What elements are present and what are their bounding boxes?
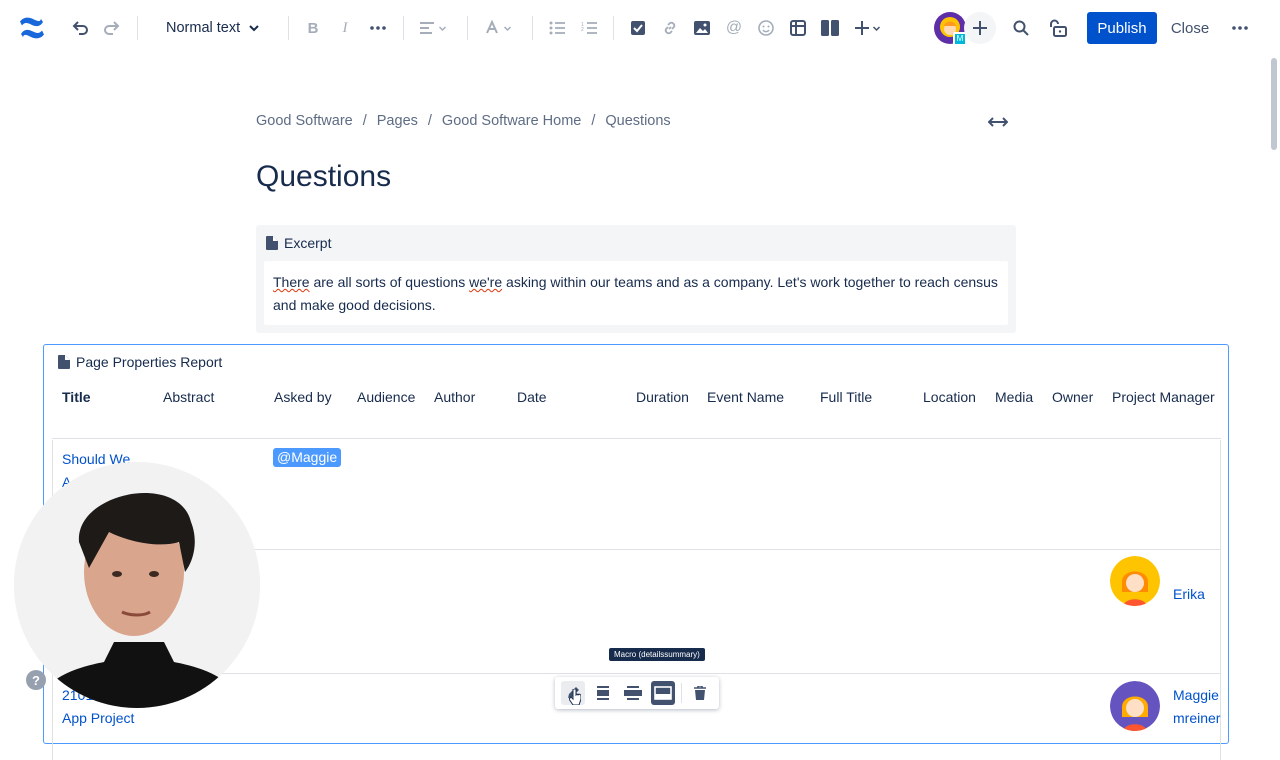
breadcrumb-separator: / (591, 113, 596, 129)
row-divider (52, 438, 1221, 439)
breadcrumb-item[interactable]: Questions (605, 113, 670, 129)
layout-full-width-icon[interactable] (651, 681, 675, 705)
editor-toolbar: Normal text B I 12 @ M Publish Close (0, 0, 1280, 56)
column-header[interactable]: Event Name (707, 389, 784, 405)
breadcrumb-item[interactable]: Pages (377, 113, 418, 129)
close-button[interactable]: Close (1166, 12, 1214, 44)
owner-avatar[interactable] (1110, 556, 1160, 606)
excerpt-label: Excerpt (284, 235, 332, 251)
owner-link[interactable]: mreiner (1173, 710, 1220, 726)
mouse-cursor-icon (568, 688, 582, 710)
excerpt-text: we're (469, 274, 503, 290)
text-style-dropdown[interactable]: Normal text (156, 14, 272, 42)
help-icon[interactable]: ? (26, 670, 46, 690)
table-icon[interactable] (787, 14, 809, 42)
publish-button[interactable]: Publish (1087, 12, 1157, 44)
full-width-toggle-icon[interactable] (986, 110, 1010, 134)
delete-macro-icon[interactable] (688, 681, 712, 705)
column-header[interactable]: Location (923, 389, 976, 405)
svg-text:2: 2 (581, 27, 584, 33)
breadcrumb-item[interactable]: Good Software (256, 113, 353, 129)
restrictions-lock-icon[interactable] (1046, 14, 1070, 42)
emoji-icon[interactable] (755, 14, 777, 42)
checkbox-icon[interactable] (627, 14, 649, 42)
owner-avatar[interactable] (1110, 681, 1160, 731)
breadcrumb-item[interactable]: Good Software Home (442, 113, 581, 129)
toolbar-divider (403, 16, 404, 40)
toolbar-divider (681, 683, 682, 703)
more-options-icon[interactable] (1228, 14, 1252, 42)
excerpt-body[interactable]: There are all sorts of questions we're a… (264, 261, 1008, 325)
text-style-label: Normal text (166, 20, 241, 36)
excerpt-text: are all sorts of questions (309, 274, 470, 290)
toolbar-divider (467, 16, 468, 40)
confluence-logo-icon[interactable] (18, 14, 46, 42)
column-header[interactable]: Audience (357, 389, 415, 405)
mention-icon[interactable]: @ (723, 14, 745, 42)
column-header[interactable]: Author (434, 389, 475, 405)
more-formatting-icon[interactable] (366, 14, 390, 42)
excerpt-header: Excerpt (266, 235, 331, 251)
toolbar-divider (137, 16, 138, 40)
toolbar-divider (532, 16, 533, 40)
webcam-overlay (14, 462, 260, 708)
layout-icon[interactable] (819, 14, 841, 42)
column-header[interactable]: Abstract (163, 389, 214, 405)
owner-link[interactable]: Erika (1173, 586, 1205, 602)
undo-icon[interactable] (68, 14, 92, 42)
invite-collaborator-icon[interactable] (964, 12, 996, 44)
chevron-down-icon (249, 25, 259, 32)
alignment-dropdown-icon[interactable] (416, 14, 450, 42)
excerpt-macro[interactable]: Excerpt There are all sorts of questions… (256, 225, 1016, 333)
redo-icon[interactable] (100, 14, 124, 42)
document-icon (58, 355, 70, 369)
breadcrumb-separator: / (362, 113, 367, 129)
image-icon[interactable] (691, 14, 713, 42)
column-header[interactable]: Full Title (820, 389, 872, 405)
text-color-dropdown-icon[interactable] (480, 14, 516, 42)
column-header[interactable]: Duration (636, 389, 689, 405)
search-icon[interactable] (1010, 14, 1032, 42)
column-header[interactable]: Asked by (274, 389, 332, 405)
report-header: Page Properties Report (58, 354, 222, 370)
toolbar-divider (613, 16, 614, 40)
column-header[interactable]: Title (62, 389, 91, 405)
scrollbar-thumb[interactable] (1271, 58, 1277, 150)
column-header[interactable]: Project Manager (1112, 389, 1215, 405)
numbered-list-icon[interactable]: 12 (578, 14, 600, 42)
insert-more-dropdown-icon[interactable] (851, 14, 885, 42)
row-divider (52, 673, 1221, 674)
bullet-list-icon[interactable] (546, 14, 568, 42)
breadcrumb-separator: / (427, 113, 432, 129)
column-header[interactable]: Media (995, 389, 1033, 405)
user-mention[interactable]: @Maggie (273, 448, 342, 467)
layout-wide-icon[interactable] (621, 681, 645, 705)
layout-center-icon[interactable] (591, 681, 615, 705)
macro-tooltip: Macro (detailssummary) (609, 648, 705, 661)
page-title[interactable]: Questions (256, 160, 391, 194)
breadcrumb: Good Software / Pages / Good Software Ho… (256, 113, 671, 129)
row-title-link[interactable]: App Project (62, 710, 134, 726)
bold-icon[interactable]: B (302, 14, 324, 42)
toolbar-divider (288, 16, 289, 40)
column-header[interactable]: Owner (1052, 389, 1093, 405)
link-icon[interactable] (659, 14, 681, 42)
report-label: Page Properties Report (76, 354, 223, 370)
column-header[interactable]: Date (517, 389, 547, 405)
italic-icon[interactable]: I (334, 14, 356, 42)
owner-link[interactable]: Maggie (1173, 687, 1219, 703)
excerpt-text: There (273, 274, 310, 290)
document-icon (266, 236, 278, 250)
report-column-headers: Title Abstract Asked by Audience Author … (52, 379, 1220, 439)
